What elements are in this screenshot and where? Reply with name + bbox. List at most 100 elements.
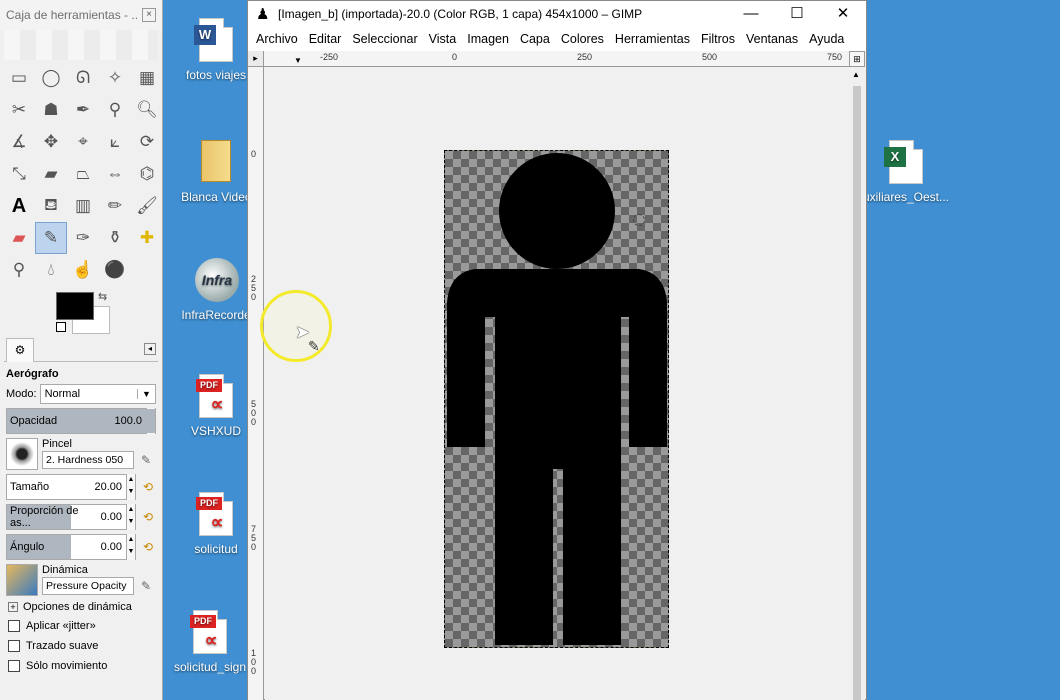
image-window-titlebar[interactable]: ♟ [Imagen_b] (importada)-20.0 (Color RGB… (248, 1, 866, 27)
measure-tool-icon[interactable]: ∡ (3, 126, 35, 158)
close-button[interactable]: ✕ (820, 1, 866, 27)
blur-tool-icon[interactable]: 💧︎ (35, 254, 67, 286)
mode-select[interactable]: Normal ▼ (39, 384, 156, 404)
angle-spinner[interactable]: ▲ ▼ (126, 534, 135, 560)
shear-tool-icon[interactable]: ▰ (35, 158, 67, 190)
align-tool-icon[interactable]: ⌖ (67, 126, 99, 158)
dynamics-label: Dinámica (42, 564, 88, 576)
foreground-color-swatch[interactable] (56, 292, 94, 320)
menu-herramientas[interactable]: Herramientas (611, 32, 694, 46)
toolbox-close-button[interactable]: × (142, 8, 156, 22)
ink-tool-icon[interactable]: ✑ (67, 222, 99, 254)
size-spinner[interactable]: ▲ ▼ (126, 474, 135, 500)
aspect-ratio-spinner[interactable]: ▲ ▼ (126, 504, 135, 530)
menu-capa[interactable]: Capa (516, 32, 554, 46)
rect-select-tool-icon[interactable]: ▭ (3, 62, 35, 94)
ruler-pointer-icon: ▼ (294, 56, 302, 65)
jitter-checkbox[interactable]: Aplicar «jitter» (0, 616, 162, 636)
desktop-icon-auxiliares[interactable]: X uxiliares_Oest... (856, 140, 956, 204)
heal-tool-icon[interactable]: ✚ (131, 222, 163, 254)
swap-colors-icon[interactable]: ⇆ (98, 290, 107, 303)
pencil-tool-icon[interactable]: ✏ (99, 190, 131, 222)
edit-dynamics-icon[interactable]: ✎ (138, 578, 154, 594)
scrollbar-thumb[interactable] (853, 86, 861, 700)
chevron-down-icon: ▼ (137, 389, 155, 399)
move-tool-icon[interactable]: ✥ (35, 126, 67, 158)
pdf-document-icon: PDF ∝ (195, 492, 237, 538)
size-slider[interactable]: Tamaño 20.00 ▲ ▼ (6, 474, 136, 500)
mode-row: Modo: Normal ▼ (0, 382, 162, 406)
paintbrush-tool-icon[interactable]: 🖌︎ (131, 190, 163, 222)
menu-vista[interactable]: Vista (425, 32, 461, 46)
vertical-scrollbar[interactable]: ▲ (849, 68, 865, 700)
vertical-ruler[interactable]: 0 2 5 0 5 0 0 7 5 0 1 0 0 (248, 67, 264, 700)
menu-filtros[interactable]: Filtros (697, 32, 739, 46)
menu-editar[interactable]: Editar (305, 32, 346, 46)
dynamics-preview[interactable] (6, 564, 38, 596)
brush-preview[interactable] (6, 438, 38, 470)
clone-tool-icon[interactable]: ⚱ (99, 222, 131, 254)
reset-angle-icon[interactable]: ⟲ (140, 539, 156, 555)
menu-imagen[interactable]: Imagen (463, 32, 513, 46)
menubar: Archivo Editar Seleccionar Vista Imagen … (248, 27, 866, 51)
menu-seleccionar[interactable]: Seleccionar (348, 32, 421, 46)
fuzzy-select-tool-icon[interactable]: ✧ (99, 62, 131, 94)
crop-tool-icon[interactable]: ⟀ (99, 126, 131, 158)
menu-colores[interactable]: Colores (557, 32, 608, 46)
paths-tool-icon[interactable]: ✒ (67, 94, 99, 126)
text-tool-icon[interactable]: A (3, 190, 35, 222)
minimize-button[interactable]: — (728, 1, 774, 27)
cage-tool-icon[interactable]: ⌬ (131, 158, 163, 190)
tool-options-tab[interactable]: ⚙ (6, 338, 34, 362)
ruler-tick: 500 (702, 52, 718, 62)
quick-mask-toggle[interactable]: ▸ (248, 51, 264, 67)
blend-tool-icon[interactable]: ▥ (67, 190, 99, 222)
dynamics-options-expander[interactable]: + Opciones de dinámica (0, 598, 162, 616)
smudge-tool-icon[interactable]: ☝ (67, 254, 99, 286)
gimp-person-icon: ♟ (256, 6, 270, 23)
tab-menu-icon[interactable]: ◂ (144, 343, 156, 355)
free-select-tool-icon[interactable]: ᘏ (67, 62, 99, 94)
rotate-tool-icon[interactable]: ⟳ (131, 126, 163, 158)
scale-tool-icon[interactable]: ⤡ (3, 158, 35, 190)
navigate-icon[interactable]: ⊞ (849, 51, 865, 67)
airbrush-origin-marker (633, 214, 645, 226)
motion-only-checkbox[interactable]: Sólo movimiento (0, 656, 162, 676)
color-select-tool-icon[interactable]: ▦ (131, 62, 163, 94)
ellipse-select-tool-icon[interactable]: ◯ (35, 62, 67, 94)
scissors-tool-icon[interactable]: ✂ (3, 94, 35, 126)
perspective-clone-tool-icon[interactable]: ⚲ (3, 254, 35, 286)
desktop-icon-solicitud-sign[interactable]: PDF ∝ solicitud_sign (162, 610, 258, 674)
toolbox-titlebar[interactable]: Caja de herramientas - ... × (0, 0, 162, 30)
canvas[interactable] (265, 68, 850, 700)
scroll-up-icon[interactable]: ▲ (852, 70, 860, 79)
menu-ayuda[interactable]: Ayuda (805, 32, 848, 46)
flip-tool-icon[interactable]: ⇔ (99, 158, 131, 190)
zoom-tool-icon[interactable]: 🔍︎ (131, 94, 163, 126)
airbrush-cursor-icon: ✎ (308, 338, 320, 354)
color-picker-tool-icon[interactable]: ⚲ (99, 94, 131, 126)
menu-ventanas[interactable]: Ventanas (742, 32, 802, 46)
bucket-fill-tool-icon[interactable]: ⛾ (35, 190, 67, 222)
brush-name-field[interactable]: 2. Hardness 050 (42, 451, 134, 469)
edit-brush-icon[interactable]: ✎ (138, 452, 154, 468)
reset-aspect-icon[interactable]: ⟲ (140, 509, 156, 525)
menu-archivo[interactable]: Archivo (252, 32, 302, 46)
brush-row: Pincel 2. Hardness 050 ✎ (0, 436, 162, 472)
angle-slider[interactable]: Ángulo 0.00 ▲ ▼ (6, 534, 136, 560)
eraser-tool-icon[interactable]: ▰ (3, 222, 35, 254)
airbrush-tool-icon[interactable]: ✎ (35, 222, 67, 254)
desktop-icon-label: uxiliares_Oest... (862, 190, 950, 204)
horizontal-ruler[interactable]: -250 0 250 500 750 ▼ (264, 51, 850, 67)
perspective-tool-icon[interactable]: ⏢ (67, 158, 99, 190)
opacity-slider[interactable]: Opacidad 100.0 ▲▼ (6, 408, 156, 434)
smooth-stroke-checkbox[interactable]: Trazado suave (0, 636, 162, 656)
maximize-button[interactable]: ☐ (774, 1, 820, 27)
word-document-icon: W (194, 18, 237, 64)
dynamics-name-field[interactable]: Pressure Opacity (42, 577, 134, 595)
aspect-ratio-slider[interactable]: Proporción de as... 0.00 ▲ ▼ (6, 504, 136, 530)
dodge-burn-tool-icon[interactable]: ⚫ (99, 254, 131, 286)
reset-size-icon[interactable]: ⟲ (140, 479, 156, 495)
default-colors-icon[interactable] (56, 322, 66, 332)
foreground-select-tool-icon[interactable]: ☗ (35, 94, 67, 126)
